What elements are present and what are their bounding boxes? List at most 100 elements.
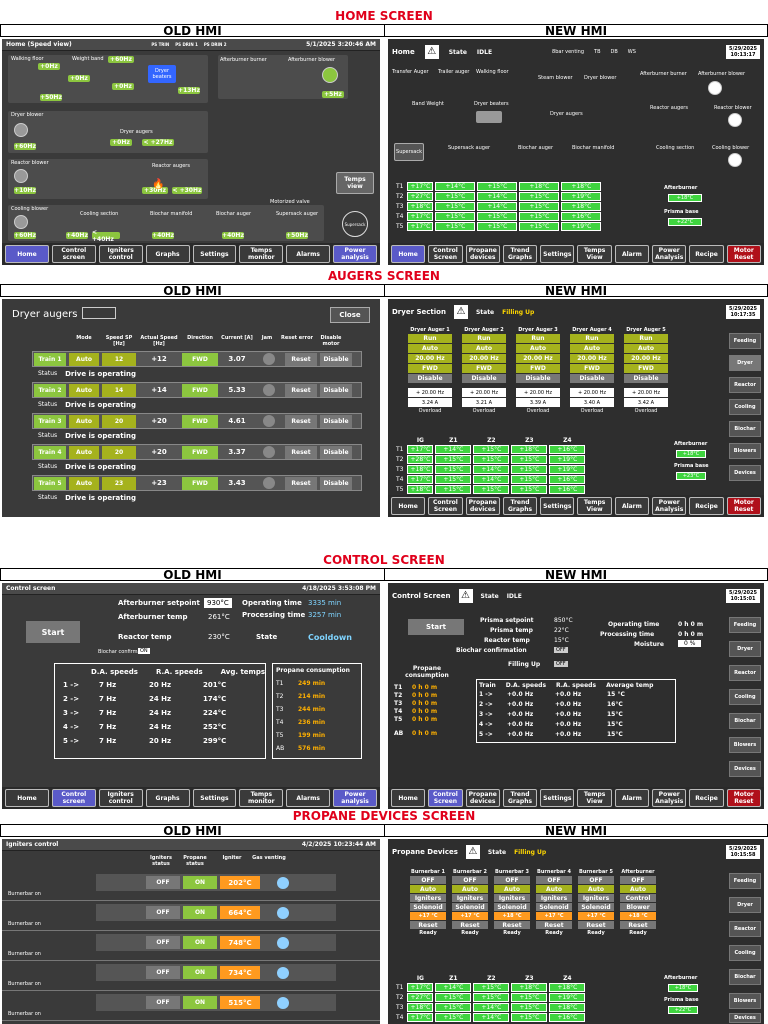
disable-button[interactable]: Disable (320, 476, 352, 490)
solenoid-button[interactable]: Solenoid (494, 903, 530, 911)
disable-button[interactable]: Disable (320, 383, 352, 397)
side-nav-devices[interactable]: Devices (729, 465, 761, 481)
nav-graphs[interactable]: Graphs (145, 789, 190, 807)
reset-button[interactable]: Reset (410, 921, 446, 929)
supersack-button[interactable]: Supersack (394, 143, 424, 161)
reset-button[interactable]: Reset (536, 921, 572, 929)
side-nav-cooling[interactable]: Cooling (729, 945, 761, 961)
side-nav-biochar[interactable]: Biochar (729, 421, 761, 437)
nav-power-analysis[interactable]: Power Analysis (652, 497, 687, 515)
igniter-status-toggle[interactable]: OFF (146, 936, 180, 949)
burner-off-button[interactable]: OFF (578, 876, 614, 884)
auto-button[interactable]: Auto (462, 344, 506, 353)
nav-motor-reset[interactable]: Motor Reset (726, 245, 761, 263)
warning-icon[interactable]: ⚠ (458, 589, 473, 603)
auto-button[interactable]: Auto (516, 344, 560, 353)
burner-off-button[interactable]: OFF (494, 876, 530, 884)
nav-settings[interactable]: Settings (540, 245, 575, 263)
nav-propane-devices[interactable]: Propane devices (465, 497, 500, 515)
propane-status-toggle[interactable]: ON (183, 996, 217, 1009)
direction-button[interactable]: FWD (182, 445, 218, 459)
auto-button[interactable]: Auto (452, 885, 488, 893)
burner-off-button[interactable]: OFF (410, 876, 446, 884)
setpoint-input[interactable]: + 20.00 Hz (462, 388, 506, 397)
reset-button[interactable]: Reset (285, 476, 317, 490)
igniters-button[interactable]: Igniters (410, 894, 446, 902)
side-nav-blowers[interactable]: Blowers (729, 443, 761, 459)
biochar-confirmation-toggle[interactable]: OFF (554, 647, 568, 653)
propane-status-toggle[interactable]: ON (183, 936, 217, 949)
solenoid-button[interactable]: Solenoid (410, 903, 446, 911)
side-nav-reactor[interactable]: Reactor (729, 665, 761, 681)
nav-power-analysis[interactable]: Power Analysis (652, 789, 687, 807)
side-nav-blowers[interactable]: Blowers (729, 993, 761, 1009)
prisma-setpoint-value[interactable]: 850°C (554, 617, 573, 624)
reset-button[interactable]: Reset (285, 414, 317, 428)
auto-button[interactable]: Auto (578, 885, 614, 893)
setpoint-input[interactable]: + 20.00 Hz (408, 388, 452, 397)
side-nav-feeding[interactable]: Feeding (729, 617, 761, 633)
blower-button[interactable]: Blower (620, 903, 656, 911)
direction-button[interactable]: FWD (408, 364, 452, 373)
start-button[interactable]: Start (408, 619, 464, 635)
side-nav-devices[interactable]: Devices (729, 1013, 761, 1023)
warning-icon[interactable]: ⚠ (424, 45, 439, 59)
side-nav-feeding[interactable]: Feeding (729, 873, 761, 889)
direction-button[interactable]: FWD (182, 383, 218, 397)
reset-button[interactable]: Reset (578, 921, 614, 929)
nav-power-analysis[interactable]: Power Analysis (652, 245, 687, 263)
nav-recipe[interactable]: Recipe (689, 789, 724, 807)
nav-temps-view[interactable]: Temps View (577, 245, 612, 263)
filling-up-toggle[interactable]: OFF (554, 661, 568, 667)
igniter-status-toggle[interactable]: OFF (146, 876, 180, 889)
nav-temps-view[interactable]: Temps View (577, 497, 612, 515)
reactor-blower-icon[interactable] (14, 169, 28, 183)
run-button[interactable]: Run (462, 334, 506, 343)
control-button[interactable]: Control (620, 894, 656, 902)
nav-motor-reset[interactable]: Motor Reset (726, 789, 761, 807)
speed-setpoint-input[interactable]: 23 (102, 476, 136, 490)
nav-recipe[interactable]: Recipe (689, 245, 724, 263)
nav-control-screen[interactable]: Control Screen (428, 497, 463, 515)
run-button[interactable]: Run (624, 334, 668, 343)
auto-button[interactable]: Auto (494, 885, 530, 893)
disable-button[interactable]: Disable (320, 414, 352, 428)
cooling-blower-icon[interactable] (728, 153, 742, 167)
burner-off-button[interactable]: OFF (452, 876, 488, 884)
disable-button[interactable]: Disable (516, 374, 560, 383)
auto-button[interactable]: Auto (408, 344, 452, 353)
nav-home[interactable]: Home (391, 497, 426, 515)
dryer-beaters-box[interactable]: Dryer beaters (148, 65, 176, 83)
burner-off-button[interactable]: OFF (536, 876, 572, 884)
direction-button[interactable]: FWD (516, 364, 560, 373)
nav-home[interactable]: Home (391, 789, 426, 807)
nav-igniters-control[interactable]: Igniters control (98, 245, 143, 263)
warning-icon[interactable]: ⚠ (465, 845, 480, 859)
afterburner-blower-icon[interactable] (708, 81, 722, 95)
side-nav-devices[interactable]: Devices (729, 761, 761, 777)
afterburner-blower-icon[interactable] (322, 67, 338, 83)
igniter-status-toggle[interactable]: OFF (146, 906, 180, 919)
side-nav-reactor[interactable]: Reactor (729, 921, 761, 937)
nav-alarm[interactable]: Alarm (614, 789, 650, 807)
side-nav-feeding[interactable]: Feeding (729, 333, 761, 349)
side-nav-dryer[interactable]: Dryer (729, 355, 761, 371)
reset-button[interactable]: Reset (285, 383, 317, 397)
nav-recipe[interactable]: Recipe (689, 497, 724, 515)
nav-propane-devices[interactable]: Propane devices (465, 789, 500, 807)
cooling-blower-icon[interactable] (14, 215, 28, 229)
mode-button[interactable]: Auto (69, 414, 99, 428)
nav-alarms[interactable]: Alarms (286, 789, 331, 807)
nav-motor-reset[interactable]: Motor Reset (726, 497, 761, 515)
start-button[interactable]: Start (26, 621, 80, 643)
setpoint-input[interactable]: + 20.00 Hz (570, 388, 614, 397)
speed-setpoint-input[interactable]: 20 (102, 414, 136, 428)
nav-alarm[interactable]: Alarm (614, 245, 650, 263)
nav-home[interactable]: Home (5, 789, 49, 807)
igniter-status-toggle[interactable]: OFF (146, 996, 180, 1009)
direction-button[interactable]: FWD (182, 414, 218, 428)
setpoint-input[interactable]: + 20.00 Hz (516, 388, 560, 397)
disable-button[interactable]: Disable (320, 352, 352, 366)
nav-alarm[interactable]: Alarm (614, 497, 650, 515)
nav-power-analysis[interactable]: Power analysis (333, 245, 377, 263)
